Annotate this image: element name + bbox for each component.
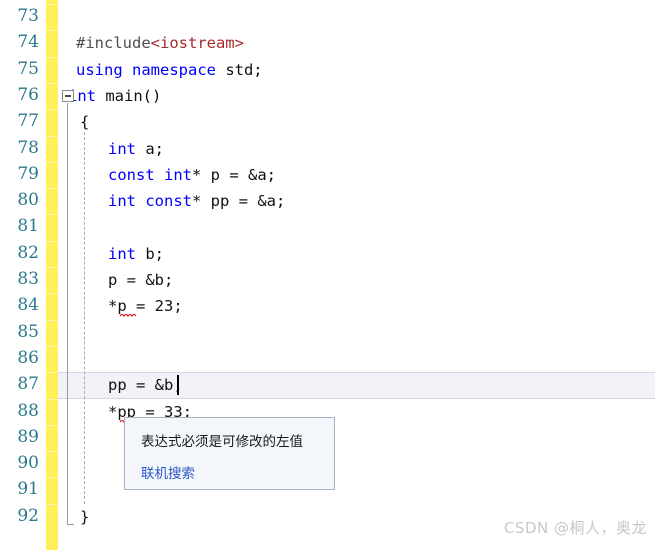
change-bar-segment (46, 503, 58, 530)
line-number: 88 (17, 400, 39, 421)
error-message: 表达式必须是可修改的左值 (141, 434, 303, 450)
csdn-watermark: CSDN @桐人，奥龙 (503, 519, 647, 537)
code-line[interactable]: p = &b; (58, 267, 655, 293)
code-line[interactable]: int main() (58, 83, 655, 109)
code-line-text: int main() (68, 83, 161, 109)
code-token: } (80, 507, 90, 526)
code-token: int (108, 244, 146, 263)
line-number: 83 (17, 269, 39, 289)
indent-guide (84, 131, 85, 504)
fold-collapse-icon[interactable] (62, 89, 74, 102)
error-squiggle (120, 313, 136, 318)
line-number: 82 (17, 242, 39, 263)
change-bar-segment (46, 477, 58, 503)
search-online-link[interactable]: 联机搜索 (141, 462, 195, 482)
change-bar-segment (46, 82, 58, 109)
code-line-text: #include<iostream> (76, 30, 244, 56)
fold-guide-corner (67, 523, 74, 525)
code-line[interactable]: int b; (58, 241, 655, 267)
code-line-text: int b; (108, 241, 164, 267)
line-number: 92 (17, 505, 39, 526)
change-bar-segment (46, 267, 58, 293)
line-number: 90 (17, 453, 39, 474)
code-line-text: } (80, 504, 89, 530)
code-token: int const (108, 192, 192, 211)
code-token: p = &b; (108, 271, 174, 289)
code-line[interactable] (58, 320, 655, 346)
code-token: const int (108, 165, 192, 184)
change-bar-segment (46, 345, 58, 372)
code-token: { (80, 113, 90, 132)
change-tracking-bar (46, 0, 58, 550)
change-bar-segment (46, 4, 58, 30)
line-number: 86 (17, 347, 39, 368)
code-token: main() (105, 86, 162, 105)
line-number: 77 (17, 111, 39, 132)
code-line[interactable]: pp = &b; (58, 372, 655, 398)
line-number: 79 (17, 163, 39, 184)
code-token: #include (76, 34, 151, 53)
line-number: 84 (17, 295, 39, 316)
code-token: * pp = &a; (192, 192, 286, 211)
code-line[interactable] (58, 4, 655, 30)
change-bar-segment (46, 424, 58, 451)
line-number: 76 (17, 84, 39, 105)
change-bar-segment (46, 135, 58, 162)
change-bar-segment (46, 319, 58, 346)
code-line-text: int a; (108, 136, 164, 162)
code-token: a; (145, 139, 164, 158)
line-number: 73 (17, 6, 39, 26)
error-tooltip[interactable]: 表达式必须是可修改的左值 联机搜索 (124, 417, 335, 490)
change-bar-segment (46, 240, 58, 267)
line-number: 78 (17, 137, 39, 158)
code-line[interactable]: const int* p = &a; (58, 162, 655, 188)
code-line-text: using namespace std; (76, 57, 263, 83)
code-line-text: const int* p = &a; (108, 162, 276, 188)
change-bar-segment (46, 109, 58, 135)
line-number: 81 (17, 216, 39, 237)
change-bar-segment (46, 30, 58, 56)
code-line[interactable]: int const* pp = &a; (58, 188, 655, 214)
change-bar-segment (46, 293, 58, 319)
code-line[interactable] (58, 346, 655, 372)
code-line[interactable]: using namespace std; (58, 57, 655, 83)
change-bar-segment (46, 451, 58, 477)
code-editor[interactable]: 73 74 75 76 77 78 79 80 81 82 83 84 85 86 87 88 89 90 91 92… (0, 0, 655, 550)
code-token: b; (145, 244, 164, 263)
code-line-text: pp = &b; (108, 372, 183, 398)
code-line-text: p = &b; (108, 267, 173, 293)
change-bar-segment (46, 161, 58, 188)
code-token: std; (225, 60, 263, 79)
line-number: 85 (17, 321, 39, 342)
code-token: int (108, 139, 146, 158)
fold-guide-line (67, 102, 68, 524)
change-bar-segment (46, 372, 58, 398)
code-line[interactable] (58, 214, 655, 240)
change-bar-segment (46, 188, 58, 214)
line-number: 75 (17, 58, 39, 79)
code-token: using namespace (76, 60, 226, 79)
code-line[interactable]: int a; (58, 136, 655, 162)
line-number: 91 (17, 479, 39, 500)
code-line[interactable]: { (58, 109, 655, 135)
code-token: * p = &a; (192, 165, 276, 184)
code-line[interactable]: #include<iostream> (58, 30, 655, 56)
line-number-gutter: 73 74 75 76 77 78 79 80 81 82 83 84 85 86 87 88 89 90 91 92 (0, 0, 46, 550)
line-number: 89 (17, 426, 39, 447)
change-bar-segment (46, 398, 58, 425)
line-number: 80 (17, 190, 39, 211)
change-bar-segment (46, 214, 58, 240)
change-bar-segment (46, 56, 58, 83)
code-line[interactable]: *p = 23; (58, 293, 655, 319)
text-caret (177, 375, 179, 396)
code-token: pp = &b; (108, 376, 183, 395)
line-number: 87 (17, 374, 39, 395)
code-token: <iostream> (150, 34, 244, 53)
code-line-text: int const* pp = &a; (108, 188, 285, 214)
line-number: 74 (17, 32, 39, 53)
